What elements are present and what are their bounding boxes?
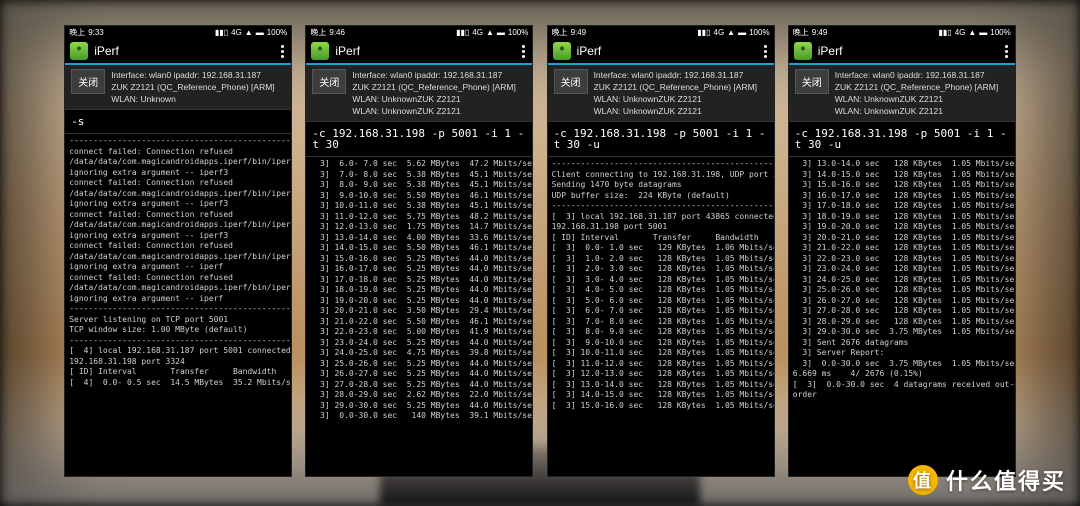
phone-screenshot: 晚上9:49 ▮▮▯ 4G▲▬100% iPerf 关闭Interface: wlan0… (789, 26, 1015, 476)
status-time: 9:49 (571, 27, 587, 38)
interface-info: Interface: wlan0 ipaddr: 192.168.31.187Z… (835, 69, 998, 117)
signal-icon: ▮▮▯ (938, 27, 951, 38)
battery-text: 100% (267, 27, 287, 38)
phone-screenshot: 晚上9:49 ▮▮▯ 4G▲▬100% iPerf 关闭Interface: wlan0… (548, 26, 774, 476)
battery-icon: ▬ (979, 27, 987, 38)
network-label: 4G (714, 27, 725, 38)
terminal-output[interactable]: 3] 13.0-14.0 sec 128 KBytes 1.05 Mbits/s… (789, 157, 1015, 476)
close-button[interactable]: 关闭 (795, 69, 829, 94)
close-button[interactable]: 关闭 (554, 69, 588, 94)
app-title: iPerf (818, 46, 843, 57)
wifi-icon: ▲ (245, 27, 253, 38)
interface-info: Interface: wlan0 ipaddr: 192.168.31.187Z… (594, 69, 757, 117)
app-title-bar: iPerf (65, 39, 291, 65)
status-time-prefix: 晚上 (69, 27, 85, 38)
network-label: 4G (472, 27, 483, 38)
connection-info-card: 关闭Interface: wlan0 ipaddr: 192.168.31.18… (306, 65, 532, 121)
status-time: 9:46 (329, 27, 345, 38)
status-time: 9:49 (812, 27, 828, 38)
connection-info-card: 关闭Interface: wlan0 ipaddr: 192.168.31.18… (65, 65, 291, 109)
command-input[interactable]: -c 192.168.31.198 -p 5001 -i 1 -t 30 (306, 121, 532, 157)
app-title-bar: iPerf (789, 39, 1015, 65)
battery-icon: ▬ (256, 27, 264, 38)
battery-text: 100% (749, 27, 769, 38)
status-time-prefix: 晚上 (793, 27, 809, 38)
app-title-bar: iPerf (306, 39, 532, 65)
app-title: iPerf (577, 46, 602, 57)
command-input[interactable]: -c 192.168.31.198 -p 5001 -i 1 -t 30 -u (789, 121, 1015, 157)
app-icon (794, 42, 812, 60)
command-input[interactable]: -s (65, 109, 291, 134)
app-icon (311, 42, 329, 60)
watermark-text: 什么值得买 (946, 464, 1066, 496)
status-time-prefix: 晚上 (310, 27, 326, 38)
app-icon (70, 42, 88, 60)
close-button[interactable]: 关闭 (71, 69, 105, 94)
battery-icon: ▬ (738, 27, 746, 38)
status-time-prefix: 晚上 (552, 27, 568, 38)
terminal-output[interactable]: ----------------------------------------… (548, 157, 774, 476)
battery-icon: ▬ (497, 27, 505, 38)
app-title-bar: iPerf (548, 39, 774, 65)
status-bar: 晚上9:33 ▮▮▯4G▲▬100% (65, 26, 291, 39)
watermark-badge-icon: 值 (908, 465, 938, 495)
signal-icon: ▮▮▯ (697, 27, 710, 38)
command-input[interactable]: -c 192.168.31.198 -p 5001 -i 1 -t 30 -u (548, 121, 774, 157)
app-title: iPerf (94, 46, 119, 57)
status-time: 9:33 (88, 27, 104, 38)
connection-info-card: 关闭Interface: wlan0 ipaddr: 192.168.31.18… (548, 65, 774, 121)
battery-text: 100% (990, 27, 1010, 38)
signal-icon: ▮▮▯ (456, 27, 469, 38)
phone-screenshot: 晚上9:33 ▮▮▯4G▲▬100% iPerf 关闭Interface: wlan0… (65, 26, 291, 476)
wifi-icon: ▲ (968, 27, 976, 38)
status-bar: 晚上9:49 ▮▮▯ 4G▲▬100% (548, 26, 774, 39)
menu-dots-icon[interactable] (520, 43, 527, 60)
menu-dots-icon[interactable] (279, 43, 286, 60)
terminal-output[interactable]: 3] 6.0- 7.0 sec 5.62 MBytes 47.2 Mbits/s… (306, 157, 532, 476)
connection-info-card: 关闭Interface: wlan0 ipaddr: 192.168.31.18… (789, 65, 1015, 121)
network-label: 4G (955, 27, 966, 38)
interface-info: Interface: wlan0 ipaddr: 192.168.31.187Z… (352, 69, 515, 117)
status-bar: 晚上9:46 ▮▮▯4G▲▬100% (306, 26, 532, 39)
interface-info: Interface: wlan0 ipaddr: 192.168.31.187Z… (111, 69, 274, 105)
phone-row: 晚上9:33▮▮▯4G▲▬100%iPerf关闭Interface: wlan0… (0, 0, 1080, 506)
menu-dots-icon[interactable] (762, 43, 769, 60)
battery-text: 100% (508, 27, 528, 38)
wifi-icon: ▲ (727, 27, 735, 38)
close-button[interactable]: 关闭 (312, 69, 346, 94)
status-bar: 晚上9:49 ▮▮▯ 4G▲▬100% (789, 26, 1015, 39)
app-title: iPerf (335, 46, 360, 57)
wifi-icon: ▲ (486, 27, 494, 38)
network-label: 4G (231, 27, 242, 38)
phone-screenshot: 晚上9:46 ▮▮▯4G▲▬100% iPerf 关闭Interface: wlan0… (306, 26, 532, 476)
app-icon (553, 42, 571, 60)
signal-icon: ▮▮▯ (215, 27, 228, 38)
watermark: 值 什么值得买 (908, 464, 1066, 496)
menu-dots-icon[interactable] (1003, 43, 1010, 60)
terminal-output[interactable]: ----------------------------------------… (65, 134, 291, 476)
